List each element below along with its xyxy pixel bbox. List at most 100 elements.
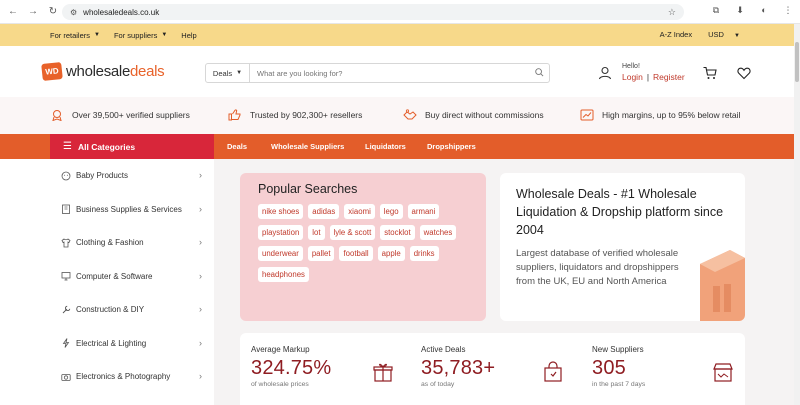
for-suppliers-menu[interactable]: For suppliers ▼ [114,31,167,40]
logo-wordmark: wholesaledeals [66,63,165,80]
search-tag[interactable]: drinks [409,246,439,261]
search-tag[interactable]: underwear [258,246,303,261]
search-tag[interactable]: pallet [307,246,335,261]
top-utility-bar: For retailers ▼ For suppliers ▼ Help A-Z I… [0,24,800,46]
browser-menu-icon[interactable]: ⋮ [776,5,800,16]
search-tag[interactable]: lego [379,204,403,219]
baby-icon [61,171,71,181]
address-bar[interactable]: ⚙ wholesaledeals.co.uk ☆ [62,4,684,20]
hero-title: Wholesale Deals - #1 Wholesale Liquidati… [516,187,724,237]
all-categories-label: All Categories [77,141,136,152]
monitor-icon [61,272,71,281]
search-tag[interactable]: stocklot [380,225,415,240]
az-index-link[interactable]: A-Z Index [660,30,693,39]
all-categories-button[interactable]: ☰ All Categories [50,134,214,159]
nav-link-wholesale-suppliers[interactable]: Wholesale Suppliers [271,142,344,151]
trust-item-direct: Buy direct without commissions [403,109,544,121]
search-tag[interactable]: lot [308,225,325,240]
sidebar-item-business-supplies[interactable]: Business Supplies & Services › [50,193,214,227]
login-link[interactable]: Login [622,72,643,82]
help-link[interactable]: Help [181,31,196,40]
extensions-icon[interactable]: ⧉ [704,5,728,16]
hero-description: Largest database of verified wholesale s… [516,248,679,287]
search-category-dropdown[interactable]: Deals ▼ [206,64,250,82]
popular-search-tags: nike shoes adidas xiaomi lego armani pla… [258,204,480,288]
site-logo[interactable]: WD wholesaledeals [41,62,165,81]
stat-new-suppliers: New Suppliers 305 in the past 7 days [592,345,645,388]
search-tag[interactable]: armani [407,204,440,219]
bookmark-star-icon[interactable]: ☆ [668,7,676,18]
nav-link-dropshippers[interactable]: Dropshippers [427,142,476,151]
search-tag[interactable]: apple [377,246,405,261]
sidebar-item-label: Clothing & Fashion [76,238,144,248]
search-tag[interactable]: xiaomi [344,204,375,219]
chevron-right-icon: › [199,371,202,381]
chevron-down-icon: ▼ [94,32,100,38]
scrollbar-thumb[interactable] [795,42,799,82]
sidebar-item-label: Baby Products [76,171,129,181]
tshirt-icon [61,238,71,248]
search-icon[interactable] [529,67,549,79]
trust-bar: Over 39,500+ verified suppliers Trusted … [0,97,800,134]
chevron-down-icon: ▼ [236,70,243,76]
trust-item-resellers: Trusted by 902,300+ resellers [228,109,362,121]
sidebar-item-construction-diy[interactable]: Construction & DIY › [50,293,214,327]
chevron-down-icon: ▼ [734,33,740,39]
search-tag[interactable]: nike shoes [258,204,304,219]
forward-icon[interactable]: → [26,5,40,19]
sidebar-item-baby-products[interactable]: Baby Products › [50,159,214,193]
site-header: WD wholesaledeals Deals▼ Hello! Login|Re… [0,46,800,96]
search-bar: Deals ▼ [205,63,550,83]
currency-selector[interactable]: USD ▼ [700,30,740,39]
search-input[interactable] [257,68,529,78]
hamburger-menu-icon: ☰ [63,141,72,152]
site-info-icon[interactable]: ⚙ [70,8,77,17]
for-retailers-label: For retailers [50,30,91,40]
nav-link-liquidators[interactable]: Liquidators [365,142,406,151]
chevron-right-icon: › [199,203,202,214]
back-icon[interactable]: ← [6,5,20,19]
category-sidebar: Baby Products › Business Supplies & Serv… [50,159,214,405]
for-suppliers-label: For suppliers [113,30,158,40]
stat-value: 35,783+ [421,357,496,379]
popular-searches-panel: Popular Searches nike shoes adidas xiaom… [240,173,486,321]
search-tag[interactable]: watches [419,225,457,240]
for-retailers-menu[interactable]: For retailers ▼ [50,31,100,40]
browser-toolbar: ← → ↻ ⚙ wholesaledeals.co.uk ☆ ⧉ ⬇ ◐ ⋮ [0,0,800,24]
search-tag[interactable]: adidas [308,204,340,219]
wrench-icon [62,305,71,314]
stat-subtext: in the past 7 days [592,381,646,388]
sidebar-item-clothing-fashion[interactable]: Clothing & Fashion › [50,226,214,260]
user-icon [598,66,612,79]
search-tag[interactable]: headphones [258,267,309,282]
profile-icon[interactable]: ◐ [752,5,776,16]
gift-box-icon [373,363,393,382]
chevron-right-icon: › [199,337,202,348]
search-tag[interactable]: playstation [258,225,304,240]
greeting-text: Hello! [622,63,640,70]
page-scrollbar[interactable] [794,24,800,405]
cart-icon[interactable] [703,66,717,80]
reload-icon[interactable]: ↻ [46,5,60,19]
sidebar-item-electrical-lighting[interactable]: Electrical & Lighting › [50,327,214,361]
heart-icon[interactable] [737,66,751,80]
stat-subtext: as of today [421,381,455,388]
stat-label: Active Deals [421,345,466,354]
trust-text-direct: Buy direct without commissions [425,110,544,120]
search-tag[interactable]: football [339,246,373,261]
verified-supplier-icon [52,110,62,121]
search-tag[interactable]: lyle & scott [329,225,376,240]
trust-text-resellers: Trusted by 902,300+ resellers [250,110,363,120]
category-nav-bar: ☰ All Categories Deals Wholesale Supplie… [0,134,800,159]
sidebar-item-electronics-photography[interactable]: Electronics & Photography › [50,360,214,394]
stat-average-markup: Average Markup 324.75% of wholesale pric… [251,345,331,388]
register-link[interactable]: Register [653,72,685,82]
handshake-icon [403,109,417,120]
downloads-icon[interactable]: ⬇ [728,5,752,16]
cardboard-box-illustration [700,250,745,321]
nav-link-deals[interactable]: Deals [227,142,247,151]
sidebar-item-computer-software[interactable]: Computer & Software › [50,260,214,294]
chevron-right-icon: › [199,237,202,247]
login-register-separator: | [646,72,650,82]
popular-searches-title: Popular Searches [258,182,358,196]
